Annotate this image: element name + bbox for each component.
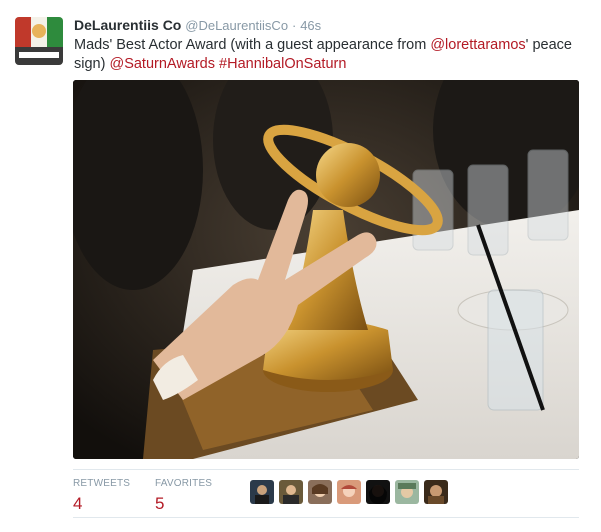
user-avatar-2-icon[interactable]	[279, 480, 303, 504]
retweets-stat[interactable]: RETWEETS 4	[73, 478, 130, 514]
user-avatar-6-icon[interactable]	[395, 480, 419, 504]
user-avatar-7-icon[interactable]	[424, 480, 448, 504]
stats-divider-bottom	[73, 517, 579, 518]
favorites-label: FAVORITES	[155, 478, 213, 489]
saturn-award-photo-icon	[73, 80, 579, 459]
mention-saturn-link[interactable]: @SaturnAwards	[109, 56, 215, 72]
favorites-count[interactable]: 5	[155, 494, 212, 514]
tweet-text-part1: Mads' Best Actor Award (with a guest app…	[74, 37, 431, 53]
tweet-photo[interactable]	[73, 80, 579, 459]
hashtag-link[interactable]: #HannibalOnSaturn	[219, 56, 346, 72]
tweet-timestamp[interactable]: 46s	[300, 18, 321, 33]
author-handle[interactable]: @DeLaurentiisCo	[185, 18, 288, 33]
author-avatar[interactable]	[15, 17, 63, 65]
author-name[interactable]: DeLaurentiis Co	[74, 17, 181, 33]
user-avatar-3-icon[interactable]	[308, 480, 332, 504]
favorites-stat[interactable]: FAVORITES 5	[155, 478, 212, 514]
user-avatar-4-icon[interactable]	[337, 480, 361, 504]
user-avatar-1-icon[interactable]	[250, 480, 274, 504]
header-separator: ·	[291, 18, 297, 33]
tweet-header: DeLaurentiis Co @DeLaurentiisCo · 46s	[74, 16, 321, 35]
stats-divider-top	[73, 469, 579, 470]
mention-link[interactable]: @lorettaramos	[430, 37, 525, 53]
tweet-text: Mads' Best Actor Award (with a guest app…	[74, 36, 574, 74]
retweets-label: RETWEETS	[73, 478, 131, 489]
user-avatar-5-icon[interactable]	[366, 480, 390, 504]
tweet-card: DeLaurentiis Co @DeLaurentiisCo · 46s Ma…	[0, 0, 601, 532]
retweets-count[interactable]: 4	[73, 494, 130, 514]
